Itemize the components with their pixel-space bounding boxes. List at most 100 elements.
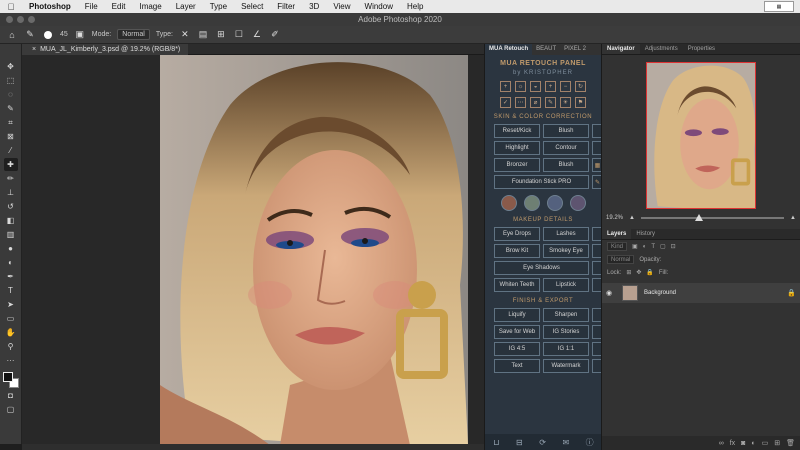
screen-mode-icon[interactable]: ▢: [4, 403, 18, 416]
cart-icon[interactable]: ⊔: [493, 438, 499, 447]
menu-photoshop[interactable]: Photoshop: [22, 2, 78, 11]
ig-4-5-button[interactable]: IG 4:5: [494, 342, 540, 356]
gift-icon[interactable]: ⊟: [516, 438, 523, 447]
tab-mua-retouch[interactable]: MUA Retouch: [485, 44, 533, 55]
swatch-3[interactable]: [546, 195, 563, 211]
clone-stamp-tool-icon[interactable]: ⊥: [4, 186, 18, 199]
pressure-icon[interactable]: ✐: [269, 29, 281, 41]
ig-1-1-button[interactable]: IG 1:1: [543, 342, 589, 356]
hand-tool-icon[interactable]: ✋: [4, 326, 18, 339]
pen-tool-icon[interactable]: ✒: [4, 270, 18, 283]
blush-top-button[interactable]: Blush: [543, 124, 589, 138]
liquify-button[interactable]: Liquify: [494, 308, 540, 322]
mua-icon-9[interactable]: ⌀: [530, 97, 541, 108]
menu-layer[interactable]: Layer: [169, 2, 203, 11]
quick-select-tool-icon[interactable]: ✎: [4, 102, 18, 115]
history-brush-tool-icon[interactable]: ↺: [4, 200, 18, 213]
blur-tool-icon[interactable]: ●: [4, 242, 18, 255]
crop-tool-icon[interactable]: ⌗: [4, 116, 18, 129]
zoom-window-icon[interactable]: [28, 16, 35, 23]
save-for-web-button[interactable]: Save for Web: [494, 325, 540, 339]
menu-type[interactable]: Type: [203, 2, 234, 11]
eye-shadows-button[interactable]: Eye Shadows: [494, 261, 589, 275]
type-option-3-icon[interactable]: ⊞: [215, 29, 227, 41]
menu-3d[interactable]: 3D: [302, 2, 326, 11]
dodge-tool-icon[interactable]: ◐: [4, 256, 18, 269]
menu-image[interactable]: Image: [132, 2, 168, 11]
layer-style-icon[interactable]: fx: [730, 440, 735, 447]
lock-all-icon[interactable]: 🔒: [646, 269, 653, 276]
mua-icon-1[interactable]: +: [500, 81, 511, 92]
layer-lock-icon[interactable]: 🔒: [787, 289, 796, 297]
eye-drops-button[interactable]: Eye Drops: [494, 227, 540, 241]
navigator-thumbnail[interactable]: [646, 62, 756, 209]
watermark-button[interactable]: Watermark: [543, 359, 589, 373]
whiten-teeth-button[interactable]: Whiten Teeth: [494, 278, 540, 292]
filter-smart-icon[interactable]: ⊡: [671, 243, 676, 250]
quick-mask-icon[interactable]: ◘: [4, 389, 18, 402]
filter-shape-icon[interactable]: ▢: [660, 243, 666, 250]
ig-stories-button[interactable]: IG Stories: [543, 325, 589, 339]
sharpen-button[interactable]: Sharpen: [543, 308, 589, 322]
angle-icon[interactable]: ∠: [251, 29, 263, 41]
document-tab[interactable]: × MUA_JL_Kimberly_3.psd @ 19.2% (RGB/8*): [22, 44, 189, 55]
mua-icon-2[interactable]: ☼: [515, 81, 526, 92]
eyedropper-tool-icon[interactable]: ⁄: [4, 144, 18, 157]
type-option-2-icon[interactable]: ▤: [197, 29, 209, 41]
foreground-color-swatch[interactable]: [2, 372, 13, 382]
new-layer-icon[interactable]: ⊞: [774, 439, 780, 447]
contour-button[interactable]: Contour: [543, 141, 589, 155]
zoom-slider[interactable]: [640, 214, 785, 221]
eraser-tool-icon[interactable]: ◧: [4, 214, 18, 227]
tab-adjustments[interactable]: Adjustments: [640, 44, 683, 54]
swatch-2[interactable]: [523, 195, 540, 211]
tab-navigator[interactable]: Navigator: [602, 44, 640, 54]
menu-filter[interactable]: Filter: [270, 2, 302, 11]
tab-pixel-2[interactable]: PIXEL 2: [560, 44, 590, 55]
frame-tool-icon[interactable]: ⊠: [4, 130, 18, 143]
lipstick-button[interactable]: Lipstick: [543, 278, 589, 292]
menu-window[interactable]: Window: [358, 2, 400, 11]
filter-pixel-icon[interactable]: ▣: [632, 243, 638, 250]
lasso-tool-icon[interactable]: ◌: [4, 88, 18, 101]
smokey-eye-button[interactable]: Smokey Eye: [543, 244, 589, 258]
visibility-eye-icon[interactable]: ◉: [606, 289, 616, 297]
zoom-tool-icon[interactable]: ⚲: [4, 340, 18, 353]
brush-size-picker[interactable]: [42, 29, 54, 41]
mua-icon-4[interactable]: +: [545, 81, 556, 92]
zoom-in-icon[interactable]: ▲: [790, 215, 796, 221]
highlight-button[interactable]: Highlight: [494, 141, 540, 155]
blend-mode-select[interactable]: Normal: [607, 255, 635, 264]
tab-history[interactable]: History: [631, 229, 660, 239]
mua-icon-12[interactable]: ⚑: [575, 97, 586, 108]
menu-edit[interactable]: Edit: [105, 2, 133, 11]
type-tool-icon[interactable]: T: [4, 284, 18, 297]
menu-select[interactable]: Select: [234, 2, 270, 11]
info-icon[interactable]: ⓘ: [586, 437, 594, 448]
lock-pixels-icon[interactable]: ⊞: [626, 269, 631, 276]
layer-row-background[interactable]: ◉ Background 🔒: [602, 283, 800, 303]
adjustment-layer-icon[interactable]: ◐: [751, 440, 755, 447]
portrait-photo[interactable]: [160, 55, 468, 445]
blush-button[interactable]: Blush: [543, 158, 589, 172]
brush-tool-icon[interactable]: ✏: [4, 172, 18, 185]
close-window-icon[interactable]: [6, 16, 13, 23]
marquee-tool-icon[interactable]: ⬚: [4, 74, 18, 87]
mua-icon-8[interactable]: ⋯: [515, 97, 526, 108]
minimize-window-icon[interactable]: [17, 16, 24, 23]
foundation-stick-button[interactable]: Foundation Stick PRO: [494, 175, 589, 189]
delete-layer-icon[interactable]: 🗑: [786, 439, 795, 447]
tab-layers[interactable]: Layers: [602, 229, 632, 239]
color-swatches[interactable]: [2, 372, 19, 388]
reset-kick-button[interactable]: Reset/Kick: [494, 124, 540, 138]
layer-kind-filter[interactable]: Kind: [607, 242, 628, 251]
filter-adjust-icon[interactable]: ◐: [643, 244, 647, 250]
tab-beaut[interactable]: BEAUT: [532, 44, 560, 55]
mail-icon[interactable]: ✉: [562, 438, 569, 447]
apple-icon[interactable]: : [0, 2, 22, 12]
move-tool-icon[interactable]: ✥: [4, 60, 18, 73]
lashes-button[interactable]: Lashes: [543, 227, 589, 241]
filter-type-icon[interactable]: T: [651, 244, 655, 250]
more-tools-icon[interactable]: ···: [4, 354, 18, 367]
brow-kit-button[interactable]: Brow Kit: [494, 244, 540, 258]
